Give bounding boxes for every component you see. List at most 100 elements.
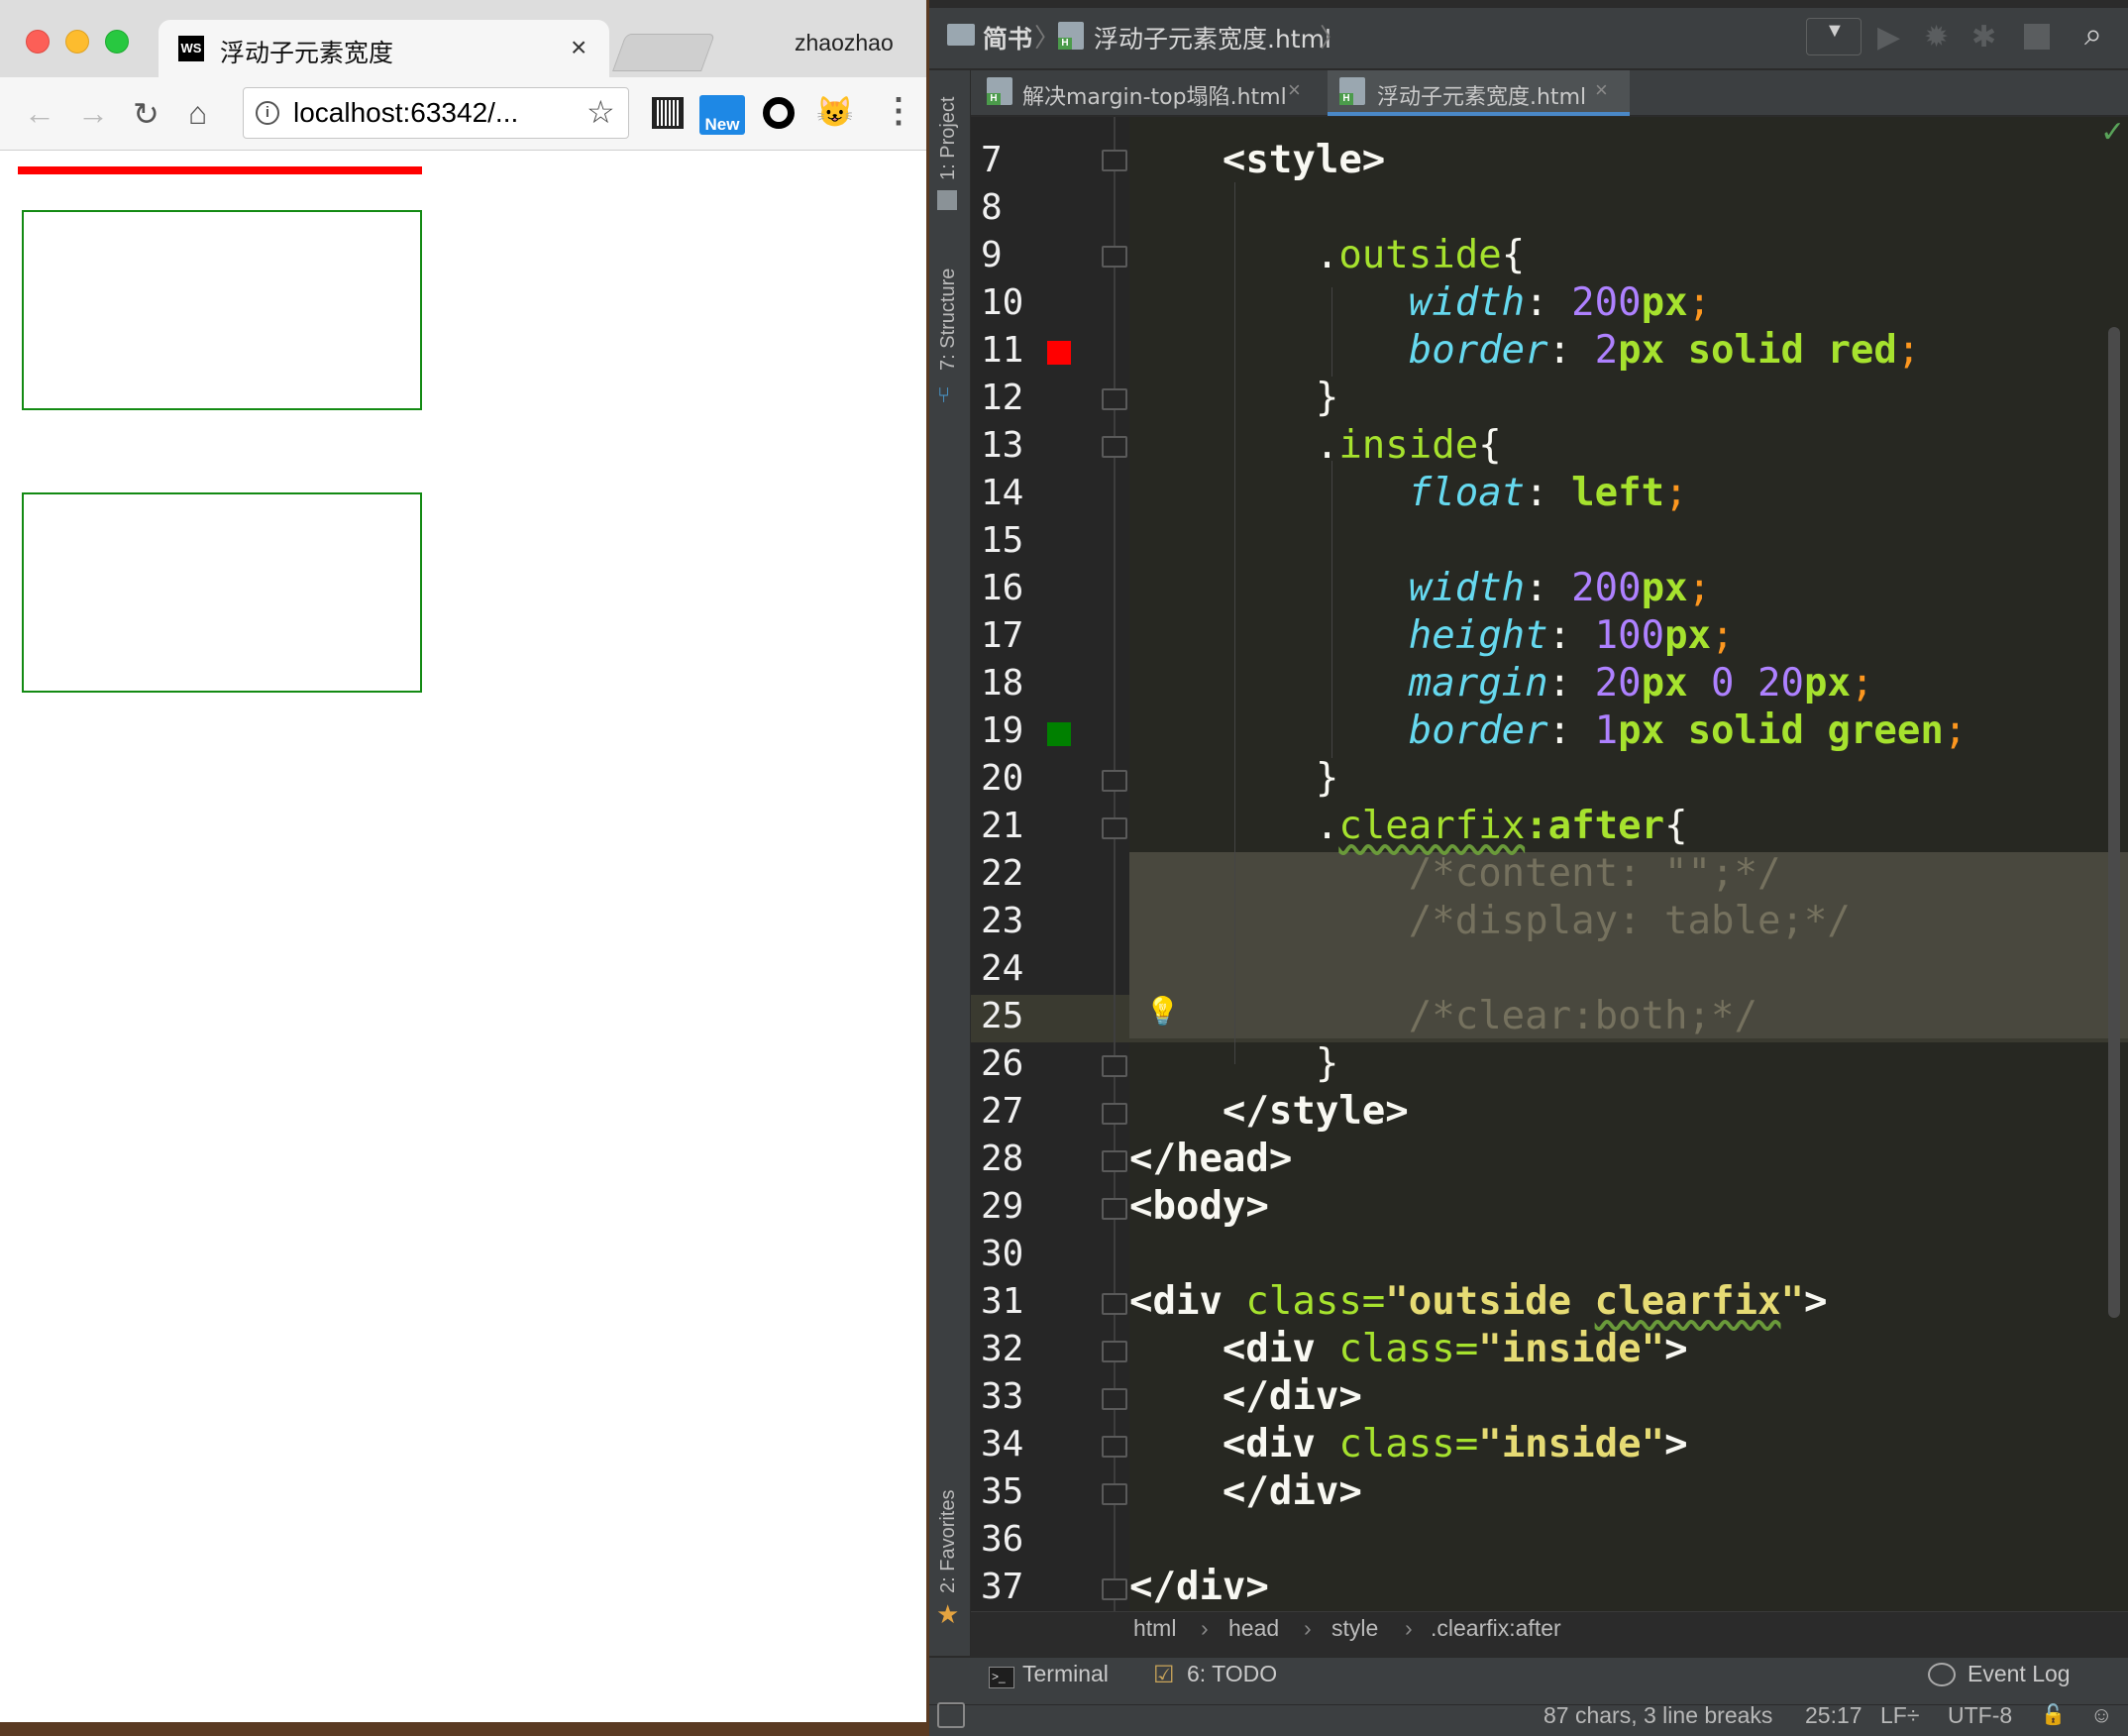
reload-icon[interactable]: ↻ xyxy=(133,95,160,133)
fold-marker-icon[interactable] xyxy=(1102,388,1127,410)
bookmark-star-icon[interactable]: ☆ xyxy=(586,93,615,131)
code-token: left xyxy=(1571,471,1665,515)
search-icon[interactable]: ⌕ xyxy=(2084,16,2102,54)
tool-window-project[interactable]: 1: Project xyxy=(937,97,960,180)
structure-icon: ⑂ xyxy=(937,382,951,407)
code-token: 200 xyxy=(1571,566,1642,610)
code-token: > xyxy=(1803,1279,1828,1324)
code-token: px xyxy=(1641,280,1688,325)
line-number: 11 xyxy=(981,330,1024,371)
nav-crumb-file[interactable]: 浮动子元素宽度.html xyxy=(1094,20,1331,55)
fold-marker-icon[interactable] xyxy=(1102,1436,1127,1458)
fold-marker-icon[interactable] xyxy=(1102,770,1127,792)
coverage-icon[interactable]: ✱ xyxy=(1971,20,1996,54)
home-icon[interactable]: ⌂ xyxy=(188,95,207,132)
breadcrumb-item[interactable]: head xyxy=(1228,1615,1279,1642)
fold-marker-icon[interactable] xyxy=(1102,1150,1127,1172)
chevron-right-icon: 〉 xyxy=(1320,23,1346,53)
fold-marker-icon[interactable] xyxy=(1102,150,1127,171)
code-token: outside xyxy=(1338,233,1502,277)
inspector-face-icon[interactable]: ☺ xyxy=(2090,1702,2112,1728)
code-line: } xyxy=(1129,755,1338,803)
extension-cat-icon[interactable]: 😺 xyxy=(816,95,853,130)
fold-marker-icon[interactable] xyxy=(1102,436,1127,458)
code-token: 200 xyxy=(1571,280,1642,325)
stop-icon[interactable] xyxy=(2024,24,2050,50)
inspection-ok-check-icon[interactable]: ✓ xyxy=(2100,115,2125,150)
webstorm-favicon-icon: WS xyxy=(178,36,204,61)
code-token: <body> xyxy=(1129,1184,1269,1229)
window-close-button[interactable] xyxy=(26,30,50,54)
code-token: { xyxy=(1478,423,1502,468)
code-token: <div xyxy=(1129,1279,1223,1324)
fold-marker-icon[interactable] xyxy=(1102,817,1127,839)
tool-window-favorites[interactable]: 2: Favorites xyxy=(937,1490,960,1593)
tab-close-icon[interactable]: × xyxy=(571,32,586,63)
profile-name[interactable]: zhaozhao xyxy=(795,30,894,56)
fold-marker-icon[interactable] xyxy=(1102,1055,1127,1077)
run-icon[interactable]: ▶ xyxy=(1877,20,1900,54)
info-icon[interactable]: i xyxy=(256,101,279,125)
nav-crumb-project[interactable]: 简书 xyxy=(983,20,1032,55)
code-token: "outside xyxy=(1385,1279,1595,1324)
editor-scrollbar[interactable] xyxy=(2108,327,2120,1318)
line-number: 34 xyxy=(981,1424,1024,1465)
fold-marker-icon[interactable] xyxy=(1102,1483,1127,1505)
qr-code-icon[interactable] xyxy=(652,97,684,129)
line-number: 23 xyxy=(981,901,1024,941)
code-token: 20 xyxy=(1594,661,1642,705)
debug-bug-icon[interactable]: ✹ xyxy=(1924,20,1949,54)
code-token: { xyxy=(1501,233,1526,277)
code-token: class= xyxy=(1245,1279,1386,1324)
chevron-right-icon: › xyxy=(1405,1615,1413,1641)
code-token: margin xyxy=(1408,661,1548,705)
code-token: } xyxy=(1315,1041,1339,1086)
tool-window-event-log[interactable]: Event Log xyxy=(1968,1661,2071,1687)
back-arrow-icon[interactable]: ← xyxy=(24,95,55,132)
html-file-icon xyxy=(1058,22,1084,50)
code-token: px xyxy=(1618,328,1665,373)
extension-circle-icon[interactable] xyxy=(763,97,795,129)
fold-marker-icon[interactable] xyxy=(1102,1293,1127,1315)
code-token: float xyxy=(1408,471,1526,515)
line-number: 35 xyxy=(981,1471,1024,1512)
status-caret-position[interactable]: 25:17 xyxy=(1805,1702,1862,1729)
close-icon[interactable]: × xyxy=(1595,77,1608,103)
inside-div-box xyxy=(22,210,422,410)
tool-window-terminal[interactable]: Terminal xyxy=(1022,1661,1109,1687)
code-line: height: 100px; xyxy=(1408,613,1735,658)
status-encoding[interactable]: UTF-8 xyxy=(1948,1702,2012,1729)
new-tab-button[interactable] xyxy=(612,34,715,71)
browser-menu-icon[interactable]: ⋮ xyxy=(882,91,915,131)
fold-marker-icon[interactable] xyxy=(1102,1103,1127,1125)
breadcrumb-item[interactable]: style xyxy=(1331,1615,1378,1642)
status-line-separator[interactable]: LF÷ xyxy=(1880,1702,1919,1729)
tool-window-structure[interactable]: 7: Structure xyxy=(937,269,960,371)
tool-window-todo[interactable]: 6: TODO xyxy=(1187,1661,1277,1687)
line-number: 36 xyxy=(981,1519,1024,1560)
color-swatch-red[interactable] xyxy=(1047,341,1071,365)
address-bar-url[interactable]: localhost:63342/... xyxy=(293,97,518,129)
color-swatch-green[interactable] xyxy=(1047,722,1071,746)
window-maximize-button[interactable] xyxy=(105,30,129,54)
close-icon[interactable]: × xyxy=(1288,77,1301,103)
fold-marker-icon[interactable] xyxy=(1102,1578,1127,1600)
forward-arrow-icon[interactable]: → xyxy=(77,95,109,132)
html-file-icon xyxy=(1339,77,1365,105)
code-token: height xyxy=(1408,613,1548,658)
breadcrumb-item[interactable]: .clearfix:after xyxy=(1431,1615,1561,1642)
chevron-right-icon: › xyxy=(1201,1615,1209,1641)
line-number: 16 xyxy=(981,568,1024,608)
window-minimize-button[interactable] xyxy=(65,30,89,54)
event-log-icon xyxy=(1928,1663,1956,1686)
line-number: 31 xyxy=(981,1281,1024,1322)
terminal-icon: >_ xyxy=(989,1667,1014,1688)
breadcrumb-item[interactable]: html xyxy=(1133,1615,1176,1642)
lock-icon[interactable]: 🔓 xyxy=(2041,1702,2066,1727)
line-number: 29 xyxy=(981,1186,1024,1227)
fold-marker-icon[interactable] xyxy=(1102,1341,1127,1362)
toggle-tool-windows-icon[interactable] xyxy=(937,1702,965,1728)
fold-marker-icon[interactable] xyxy=(1102,1198,1127,1220)
fold-marker-icon[interactable] xyxy=(1102,1388,1127,1410)
fold-marker-icon[interactable] xyxy=(1102,246,1127,268)
